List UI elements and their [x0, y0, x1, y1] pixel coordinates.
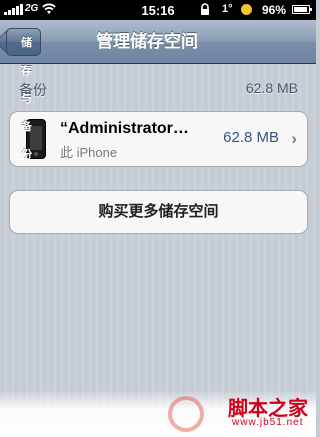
- navigation-bar: 储存与备份 管理储存空间: [0, 20, 316, 161]
- device-subtitle: 此 iPhone: [60, 145, 118, 160]
- temperature-label: 1°: [222, 3, 233, 15]
- battery-icon: [292, 5, 312, 14]
- device-name: “Administrator…: [60, 120, 189, 137]
- watermark: 脚本之家 www.jb51.net: [0, 390, 316, 437]
- buy-more-storage-button[interactable]: 购买更多储存空间: [9, 190, 308, 234]
- buy-more-storage-label: 购买更多储存空间: [98, 203, 219, 220]
- watermark-logo-icon: [168, 396, 204, 432]
- page-title: 管理储存空间: [96, 32, 198, 51]
- battery-fill: [294, 7, 307, 12]
- section-total-size: 62.8 MB: [245, 80, 298, 96]
- status-bar: 2G 15:16 1° 96%: [0, 0, 316, 20]
- watermark-url: www.jb51.net: [232, 417, 304, 428]
- sun-icon: [241, 4, 252, 15]
- lock-icon: [200, 3, 210, 19]
- battery-percent: 96%: [262, 3, 287, 17]
- chevron-right-icon: ›: [291, 129, 297, 148]
- back-button[interactable]: 储存与备份: [6, 28, 41, 161]
- device-backup-row[interactable]: “Administrator… 此 iPhone 62.8 MB ›: [9, 111, 308, 167]
- back-button-label: 储存与备份: [21, 37, 32, 161]
- device-backup-size: 62.8 MB: [223, 129, 279, 146]
- backup-section-header: 备份 62.8 MB: [19, 80, 298, 100]
